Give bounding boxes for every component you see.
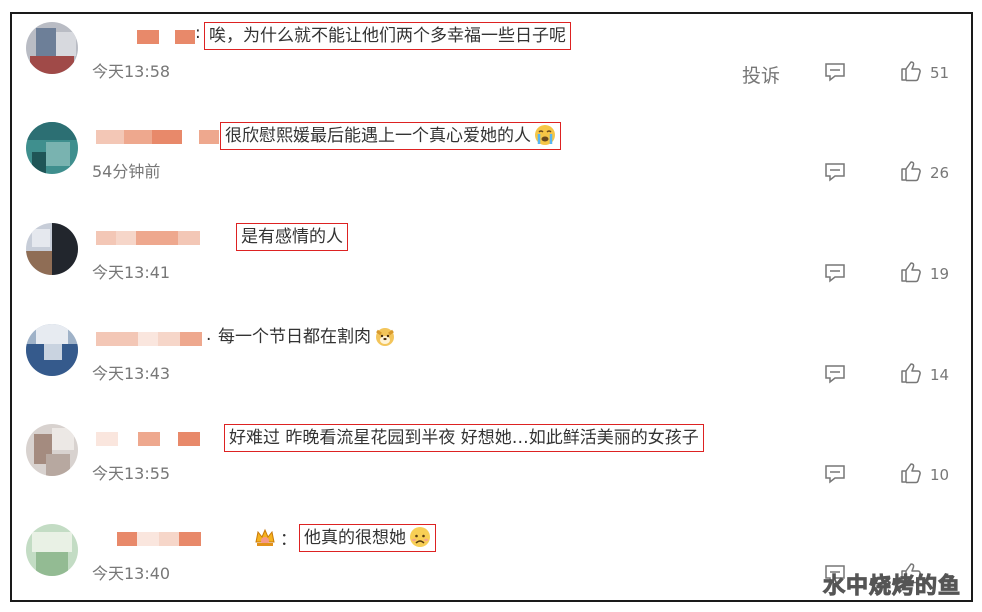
comment-time: 今天13:43 bbox=[92, 364, 171, 383]
thumbs-up-icon[interactable] bbox=[900, 60, 922, 82]
comment-item: 好难过 昨晚看流星花园到半夜 好想她…如此鲜活美丽的女孩子 今天13:55 10 bbox=[12, 416, 971, 516]
avatar[interactable] bbox=[26, 424, 78, 476]
avatar[interactable] bbox=[26, 524, 78, 576]
comment-text: 是有感情的人 bbox=[236, 223, 348, 251]
comment-text-content: 他真的很想她 bbox=[304, 528, 406, 548]
comment-text: 好难过 昨晚看流星花园到半夜 好想她…如此鲜活美丽的女孩子 bbox=[224, 424, 704, 452]
name-separator: ： bbox=[280, 530, 297, 550]
comment-text-content: 每一个节日都在割肉 bbox=[218, 327, 371, 347]
comment-text: 很欣慰熙媛最后能遇上一个真心爱她的人 bbox=[220, 122, 561, 150]
avatar[interactable] bbox=[26, 223, 78, 275]
comment-time: 今天13:41 bbox=[92, 263, 171, 282]
thumbs-up-icon[interactable] bbox=[900, 160, 922, 182]
avatar[interactable] bbox=[26, 122, 78, 174]
comment-text: 他真的很想她 bbox=[299, 524, 436, 552]
dog-face-icon bbox=[376, 328, 394, 346]
like-count: 51 bbox=[930, 64, 950, 82]
reply-icon[interactable] bbox=[824, 162, 846, 182]
watermark: 水中烧烤的鱼 bbox=[822, 574, 961, 600]
reply-icon[interactable] bbox=[824, 464, 846, 484]
reply-icon[interactable] bbox=[824, 364, 846, 384]
comment-item: . 每一个节日都在割肉 今天13:43 14 bbox=[12, 316, 971, 416]
sad-face-icon bbox=[410, 527, 430, 547]
thumbs-up-icon[interactable] bbox=[900, 261, 922, 283]
crying-face-icon bbox=[535, 125, 555, 145]
name-separator: . bbox=[206, 325, 212, 345]
crown-badge-icon bbox=[255, 528, 275, 546]
comment-list: : 唉，为什么就不能让他们两个多幸福一些日子呢 今天13:58 投诉 51 很欣… bbox=[10, 12, 973, 602]
reply-icon[interactable] bbox=[824, 263, 846, 283]
comment-text: 每一个节日都在割肉 bbox=[214, 324, 400, 350]
thumbs-up-icon[interactable] bbox=[900, 462, 922, 484]
comment-item: : 唉，为什么就不能让他们两个多幸福一些日子呢 今天13:58 投诉 51 bbox=[12, 14, 971, 114]
comment-time: 今天13:55 bbox=[92, 464, 171, 483]
comment-time: 54分钟前 bbox=[92, 162, 161, 181]
like-count: 19 bbox=[930, 265, 950, 283]
like-count: 10 bbox=[930, 466, 950, 484]
like-count: 26 bbox=[930, 164, 950, 182]
comment-item: 很欣慰熙媛最后能遇上一个真心爱她的人 54分钟前 26 bbox=[12, 114, 971, 214]
comment-text-content: 很欣慰熙媛最后能遇上一个真心爱她的人 bbox=[225, 126, 531, 146]
comment-item: 是有感情的人 今天13:41 19 bbox=[12, 215, 971, 315]
comment-time: 今天13:58 bbox=[92, 62, 171, 81]
avatar[interactable] bbox=[26, 324, 78, 376]
report-button[interactable]: 投诉 bbox=[742, 61, 780, 88]
like-count: 14 bbox=[930, 366, 950, 384]
name-separator: : bbox=[195, 23, 201, 43]
reply-icon[interactable] bbox=[824, 62, 846, 82]
thumbs-up-icon[interactable] bbox=[900, 362, 922, 384]
comment-text: 唉，为什么就不能让他们两个多幸福一些日子呢 bbox=[204, 22, 571, 50]
avatar[interactable] bbox=[26, 22, 78, 74]
comment-time: 今天13:40 bbox=[92, 564, 171, 583]
